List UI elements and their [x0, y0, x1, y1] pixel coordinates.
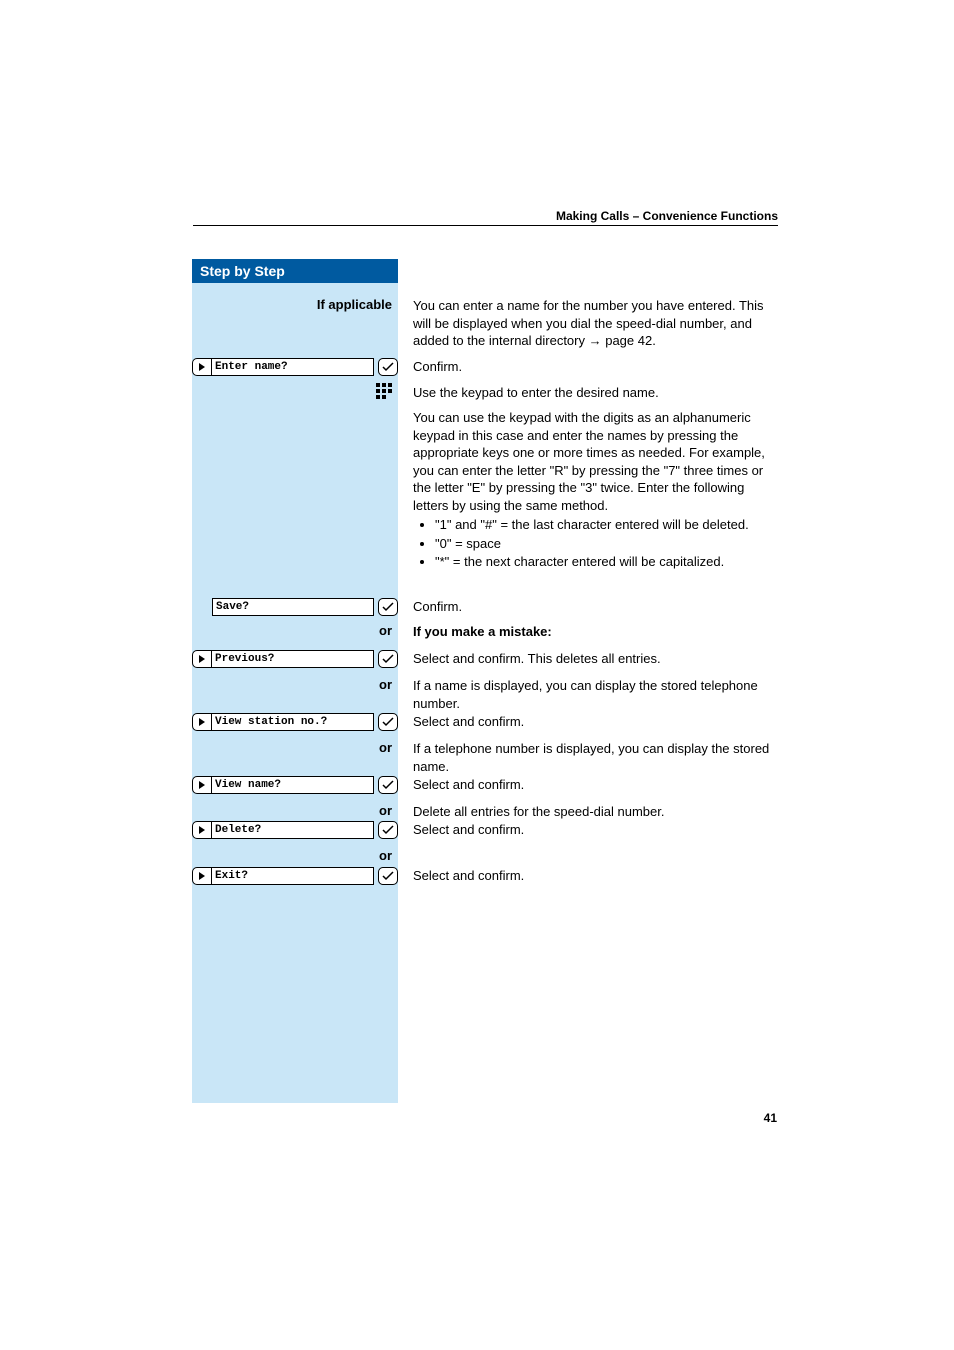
arrow-right-icon	[192, 358, 212, 376]
confirm-check-icon	[378, 358, 398, 376]
name-displayed-text: If a name is displayed, you can display …	[413, 677, 778, 712]
bullet-1: "1" and "#" = the last character entered…	[435, 516, 778, 534]
or-label-2: or	[192, 677, 398, 692]
display-exit: Exit?	[192, 866, 398, 886]
page-number: 41	[764, 1111, 777, 1125]
or-label-1: or	[192, 623, 398, 638]
bullet-3: "*" = the next character entered will be…	[435, 553, 778, 571]
keypad-icon	[376, 383, 392, 404]
confirm-check-icon	[378, 713, 398, 731]
display-text-delete: Delete?	[211, 821, 374, 839]
arrow-right-icon	[192, 713, 212, 731]
bullet-list: "1" and "#" = the last character entered…	[413, 516, 778, 571]
display-text-enter-name: Enter name?	[211, 358, 374, 376]
confirm-check-icon	[378, 821, 398, 839]
arrow-right-icon	[192, 821, 212, 839]
display-save: Save?	[192, 597, 398, 617]
confirm-check-icon	[378, 598, 398, 616]
select-confirm-3: Select and confirm.	[413, 821, 778, 839]
display-text-view-station: View station no.?	[211, 713, 374, 731]
use-keypad-text: Use the keypad to enter the desired name…	[413, 384, 778, 402]
display-text-previous: Previous?	[211, 650, 374, 668]
select-confirm-1: Select and confirm.	[413, 713, 778, 731]
sidebar-background	[192, 283, 398, 1103]
intro-paragraph: You can enter a name for the number you …	[413, 297, 778, 350]
header-rule	[193, 225, 778, 226]
arrow-right-icon	[192, 867, 212, 885]
confirm-text-2: Confirm.	[413, 598, 778, 616]
display-text-view-name: View name?	[211, 776, 374, 794]
confirm-text-1: Confirm.	[413, 358, 778, 376]
display-view-name: View name?	[192, 775, 398, 795]
sidebar-title: Step by Step	[192, 259, 398, 283]
bullet-2: "0" = space	[435, 535, 778, 553]
select-confirm-deletes: Select and confirm. This deletes all ent…	[413, 650, 778, 668]
alphanumeric-paragraph: You can use the keypad with the digits a…	[413, 409, 778, 514]
confirm-check-icon	[378, 776, 398, 794]
running-header: Making Calls – Convenience Functions	[193, 209, 778, 223]
confirm-check-icon	[378, 867, 398, 885]
display-text-exit: Exit?	[211, 867, 374, 885]
tel-displayed-text: If a telephone number is displayed, you …	[413, 740, 778, 775]
select-confirm-2: Select and confirm.	[413, 776, 778, 794]
or-label-5: or	[192, 848, 398, 863]
mistake-heading: If you make a mistake:	[413, 623, 778, 641]
display-delete: Delete?	[192, 820, 398, 840]
or-label-4: or	[192, 803, 398, 818]
or-label-3: or	[192, 740, 398, 755]
delete-all-text: Delete all entries for the speed-dial nu…	[413, 803, 778, 821]
arrow-right-icon	[192, 776, 212, 794]
display-text-save: Save?	[212, 598, 374, 616]
display-previous: Previous?	[192, 649, 398, 669]
display-enter-name: Enter name?	[192, 357, 398, 377]
display-view-station: View station no.?	[192, 712, 398, 732]
if-applicable-label: If applicable	[192, 297, 398, 312]
arrow-right-icon	[192, 650, 212, 668]
confirm-check-icon	[378, 650, 398, 668]
select-confirm-4: Select and confirm.	[413, 867, 778, 885]
